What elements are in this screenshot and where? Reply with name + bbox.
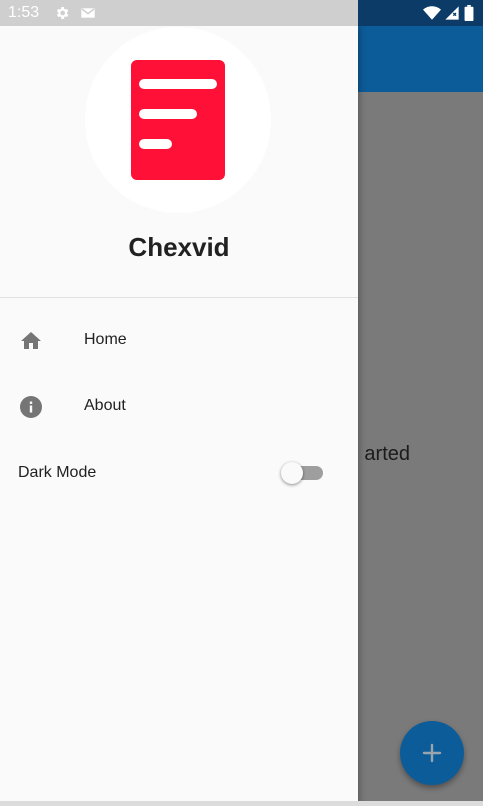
menu-item-about[interactable]: About: [0, 379, 358, 435]
app-name: Chexvid: [128, 232, 230, 262]
drawer-divider: [0, 297, 358, 298]
gmail-icon: [81, 8, 95, 18]
add-icon: [422, 743, 442, 763]
info-icon: [20, 396, 42, 418]
menu-item-home[interactable]: Home: [0, 313, 358, 369]
status-bar: 1:53: [0, 0, 483, 26]
dark-mode-label: Dark Mode: [18, 464, 97, 481]
menu-item-label: Home: [84, 331, 127, 348]
home-icon: [21, 332, 41, 349]
menu-item-label: About: [84, 397, 126, 414]
document-icon: [131, 60, 225, 180]
battery-icon: [464, 5, 474, 21]
add-fab-button[interactable]: [400, 721, 464, 785]
status-time: 1:53: [8, 4, 40, 21]
app-logo-avatar: [85, 27, 271, 213]
dark-mode-toggle[interactable]: [281, 461, 325, 485]
signal-icon: [445, 6, 459, 20]
dark-mode-row: Dark Mode: [0, 448, 358, 498]
bottom-edge: [0, 801, 483, 806]
toggle-thumb: [281, 462, 303, 484]
gear-icon: [56, 7, 69, 19]
app-bar: [358, 26, 483, 92]
wifi-icon: [423, 6, 441, 20]
navigation-drawer: Chexvid Home About Dark Mode: [0, 26, 358, 806]
